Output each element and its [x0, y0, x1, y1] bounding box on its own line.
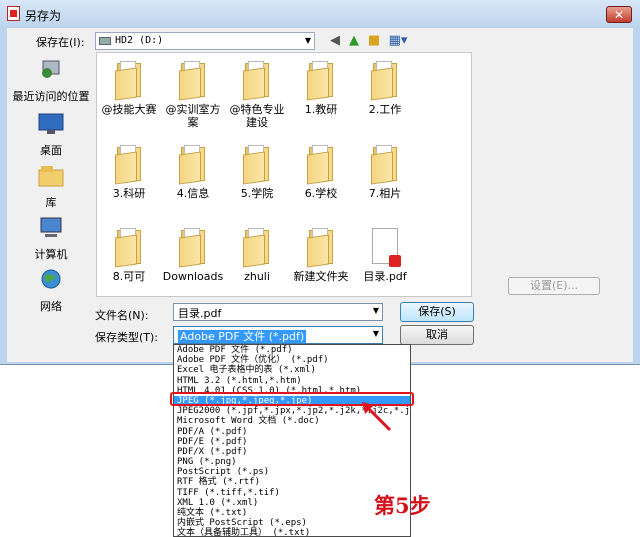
- place-label: 最近访问的位置: [12, 90, 90, 103]
- folder-icon: [115, 228, 143, 268]
- back-icon[interactable]: ◀: [327, 33, 343, 49]
- filetype-option[interactable]: 文本（具备辅助工具） (*.txt): [174, 528, 410, 536]
- folder-icon: [115, 145, 143, 185]
- folder-item[interactable]: zhuli: [225, 228, 289, 283]
- file-name: 7.相片: [368, 187, 402, 200]
- filetype-select[interactable]: Adobe PDF 文件 (*.pdf) ▼: [173, 326, 383, 344]
- folder-icon: [371, 145, 399, 185]
- folder-icon: [179, 61, 207, 101]
- save-in-combo[interactable]: HD2 (D:) ▼: [95, 32, 315, 50]
- filename-input[interactable]: 目录.pdf ▼: [173, 303, 383, 321]
- up-folder-icon[interactable]: ▲: [346, 33, 362, 49]
- folder-icon: [179, 228, 207, 268]
- view-menu-icon[interactable]: ▦▾: [387, 33, 409, 49]
- folder-item[interactable]: 新建文件夹: [289, 228, 353, 283]
- filetype-option[interactable]: Excel 电子表格中的表 (*.xml): [174, 365, 410, 375]
- step-annotation: 第5步: [374, 493, 431, 518]
- pdf-file-icon: [372, 228, 401, 267]
- file-name: @技能大赛: [101, 103, 157, 116]
- folder-icon: [243, 228, 271, 268]
- place-desktop[interactable]: 桌面: [9, 112, 93, 158]
- place-label: 网络: [40, 300, 62, 313]
- place-recent[interactable]: 最近访问的位置: [9, 58, 93, 104]
- folder-item[interactable]: 8.可可: [97, 228, 161, 283]
- pdf-app-icon: [7, 6, 20, 21]
- place-label: 计算机: [34, 248, 68, 261]
- folder-icon: [307, 61, 335, 101]
- file-name: @实训室方案: [165, 103, 221, 129]
- chevron-down-icon: ▼: [372, 306, 379, 315]
- folder-item[interactable]: 2.工作: [353, 61, 417, 116]
- new-folder-icon[interactable]: ■: [366, 33, 382, 49]
- drive-icon: [99, 37, 111, 45]
- filetype-option[interactable]: Adobe PDF 文件（优化） (*.pdf): [174, 355, 410, 365]
- filetype-option[interactable]: HTML 3.2 (*.html,*.htm): [174, 376, 410, 386]
- settings-button: 设置(E)...: [508, 277, 600, 295]
- file-name: 新建文件夹: [293, 270, 349, 283]
- filetype-option[interactable]: PNG (*.png): [174, 457, 410, 467]
- network-icon: [41, 269, 61, 289]
- filetype-label: 保存类型(T):: [95, 331, 159, 344]
- filetype-value: Adobe PDF 文件 (*.pdf): [178, 330, 307, 343]
- folder-icon: [115, 61, 143, 101]
- filename-label: 文件名(N):: [95, 309, 149, 322]
- file-name: 1.教研: [304, 103, 338, 116]
- red-arrow-icon: [362, 402, 392, 432]
- filename-value: 目录.pdf: [178, 307, 222, 320]
- filetype-option[interactable]: PostScript (*.ps): [174, 467, 410, 477]
- window-title: 另存为: [25, 9, 62, 23]
- file-name: 目录.pdf: [363, 270, 407, 283]
- folder-icon: [243, 145, 271, 185]
- recent-places-icon: [42, 60, 60, 78]
- file-name: Downloads: [162, 270, 224, 283]
- chevron-down-icon: ▼: [304, 36, 311, 45]
- chevron-down-icon: ▼: [372, 329, 379, 338]
- folder-item[interactable]: 5.学院: [225, 145, 289, 200]
- file-name: 8.可可: [112, 270, 146, 283]
- libraries-icon: [38, 166, 64, 187]
- place-computer[interactable]: 计算机: [9, 216, 93, 262]
- place-network[interactable]: 网络: [9, 268, 93, 314]
- file-name: 2.工作: [368, 103, 402, 116]
- save-button[interactable]: 保存(S): [400, 302, 474, 322]
- title-bar[interactable]: 另存为 ✕: [0, 0, 640, 28]
- folder-item[interactable]: 1.教研: [289, 61, 353, 116]
- save-in-label: 保存在(I):: [36, 36, 85, 49]
- save-as-dialog: 另存为 ✕ 保存在(I): HD2 (D:) ▼ ◀ ▲ ■ ▦▾ 最近访问的位…: [0, 0, 640, 365]
- close-button[interactable]: ✕: [606, 6, 632, 23]
- places-bar: 最近访问的位置 桌面 库 计算机 网络: [9, 52, 93, 316]
- desktop-icon: [38, 113, 64, 134]
- file-name: 3.科研: [112, 187, 146, 200]
- save-in-value: HD2 (D:): [115, 35, 164, 46]
- folder-item[interactable]: 4.信息: [161, 145, 225, 200]
- file-name: @特色专业建设: [229, 103, 285, 129]
- file-list[interactable]: @技能大赛 @实训室方案 @特色专业建设 1.教研 2.工作 3.科研 4.信息…: [96, 52, 472, 297]
- folder-icon: [307, 228, 335, 268]
- folder-item[interactable]: 7.相片: [353, 145, 417, 200]
- file-name: 6.学校: [304, 187, 338, 200]
- folder-icon: [371, 61, 399, 101]
- folder-item[interactable]: 6.学校: [289, 145, 353, 200]
- place-libraries[interactable]: 库: [9, 164, 93, 210]
- folder-icon: [179, 145, 207, 185]
- filetype-option[interactable]: PDF/X (*.pdf): [174, 447, 410, 457]
- folder-icon: [307, 145, 335, 185]
- filetype-option[interactable]: RTF 格式 (*.rtf): [174, 477, 410, 487]
- filetype-option[interactable]: Adobe PDF 文件 (*.pdf): [174, 345, 410, 355]
- place-label: 库: [45, 196, 57, 209]
- file-name: 5.学院: [240, 187, 274, 200]
- place-label: 桌面: [40, 144, 62, 157]
- file-name: 4.信息: [176, 187, 210, 200]
- pdf-item[interactable]: 目录.pdf: [353, 228, 417, 283]
- folder-item[interactable]: @特色专业建设: [225, 61, 289, 129]
- folder-icon: [243, 61, 271, 101]
- folder-item[interactable]: @技能大赛: [97, 61, 161, 116]
- filetype-option[interactable]: PDF/E (*.pdf): [174, 437, 410, 447]
- file-name: zhuli: [244, 270, 270, 283]
- folder-item[interactable]: 3.科研: [97, 145, 161, 200]
- computer-icon: [40, 217, 62, 237]
- folder-item[interactable]: Downloads: [161, 228, 225, 283]
- cancel-button[interactable]: 取消: [400, 325, 474, 345]
- folder-item[interactable]: @实训室方案: [161, 61, 225, 129]
